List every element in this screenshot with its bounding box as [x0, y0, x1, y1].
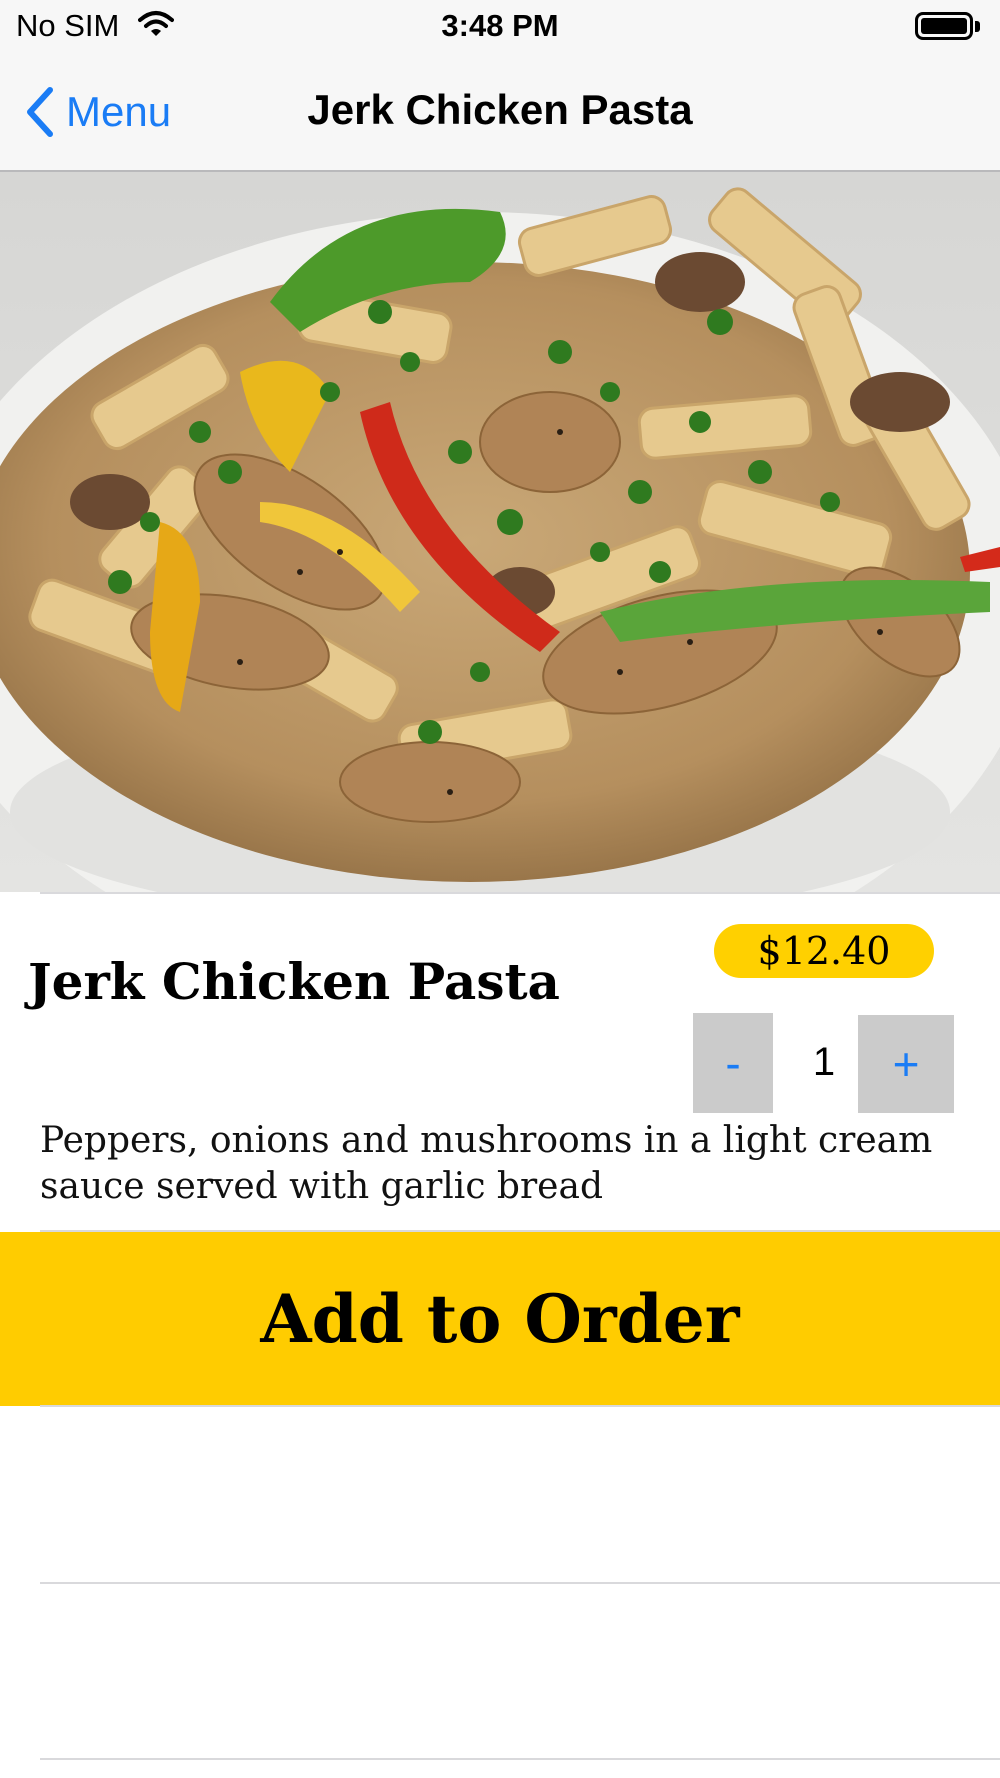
nav-title: Jerk Chicken Pasta — [307, 86, 693, 133]
quantity-value: 1 — [812, 1040, 836, 1084]
status-time: 3:48 PM — [441, 8, 559, 43]
dish-title: Jerk Chicken Pasta — [28, 952, 560, 1011]
dish-image — [0, 172, 1000, 892]
add-to-order-button[interactable]: Add to Order — [0, 1232, 1000, 1406]
increase-quantity-button[interactable]: + — [858, 1015, 954, 1113]
divider — [40, 1758, 1000, 1760]
price-badge: $12.40 — [714, 924, 934, 978]
decrease-quantity-button[interactable]: - — [693, 1013, 773, 1113]
navigation-bar: Menu Jerk Chicken Pasta — [0, 56, 1000, 172]
divider — [40, 892, 1000, 894]
battery-tip — [975, 21, 980, 32]
dish-description: Peppers, onions and mushrooms in a light… — [40, 1120, 933, 1207]
battery-icon — [915, 12, 973, 40]
divider — [40, 1582, 1000, 1584]
status-bar: No SIM 3:48 PM — [0, 0, 1000, 56]
divider — [40, 1405, 1000, 1407]
